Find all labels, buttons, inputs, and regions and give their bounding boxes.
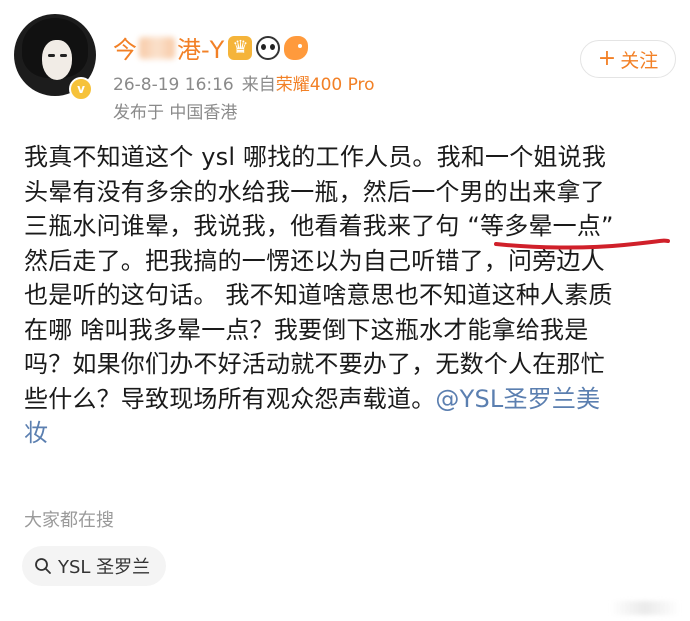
avatar-face [42,40,72,80]
search-chip-label: YSL 圣罗兰 [58,557,151,578]
post-body-line: 头晕有没有多余的水给我一瓶，然后一个男的出来拿了 [24,177,605,206]
red-underline-annotation [494,238,670,250]
post-body-line: 些什么？导致现场所有观众怨声载道。@YSL圣罗兰美 [24,382,664,417]
follow-button-label: 关注 [620,49,659,72]
post-body-line: 妆 [24,416,664,451]
post-body-line: 在哪 啥叫我多晕一点？我要倒下这瓶水才能拿给我是 [24,315,589,344]
fish-badge-icon [284,35,309,60]
post-body-text: 些什么？导致现场所有观众怨声载道。 [24,384,436,413]
search-chip[interactable]: YSL 圣罗兰 [22,546,167,586]
post-body-line: 我真不知道这个 ysl 哪找的工作人员。我和一个姐说我 [24,143,607,171]
mention-link-continued[interactable]: 妆 [24,419,48,447]
avatar-eye-left [48,54,55,57]
author-name[interactable]: 今 港-Y [113,30,309,65]
watermark [610,601,680,615]
crown-badge-icon [228,35,253,60]
trending-search-label: 大家都在搜 [24,510,114,531]
mention-link[interactable]: @YSL圣罗兰美 [435,385,600,413]
post-body: 我真不知道这个 ysl 哪找的工作人员。我和一个姐说我 头晕有没有多余的水给我一… [24,140,664,451]
post-body-line: 也是听的这句话。 我不知道啥意思也不知道这种人素质 [24,281,613,309]
follow-button[interactable]: + 关注 [580,40,676,78]
search-icon [35,558,51,574]
post-source-prefix: 来自 [241,75,276,95]
author-name-suffix: 港-Y [177,36,225,64]
author-name-blurred [139,36,175,59]
author-name-prefix: 今 [113,36,137,64]
post-timestamp: 26-8-19 16:16 [113,75,234,95]
verified-badge-icon: v [69,77,93,101]
post-meta: 26-8-19 16:16 来自荣耀400 Pro [113,70,375,95]
post-device[interactable]: 荣耀400 Pro [276,75,375,95]
panda-badge-icon [256,35,281,60]
post-body-line: 吗？如果你们办不好活动就不要办了，无数个人在那忙 [24,350,605,378]
weibo-post: v 今 港-Y 26-8-19 16:16 来自荣耀400 Pro 发布于 中国香… [0,0,690,621]
avatar-eye-right [60,54,67,57]
plus-icon: + [597,46,617,71]
post-location: 发布于 中国香港 [113,103,238,123]
